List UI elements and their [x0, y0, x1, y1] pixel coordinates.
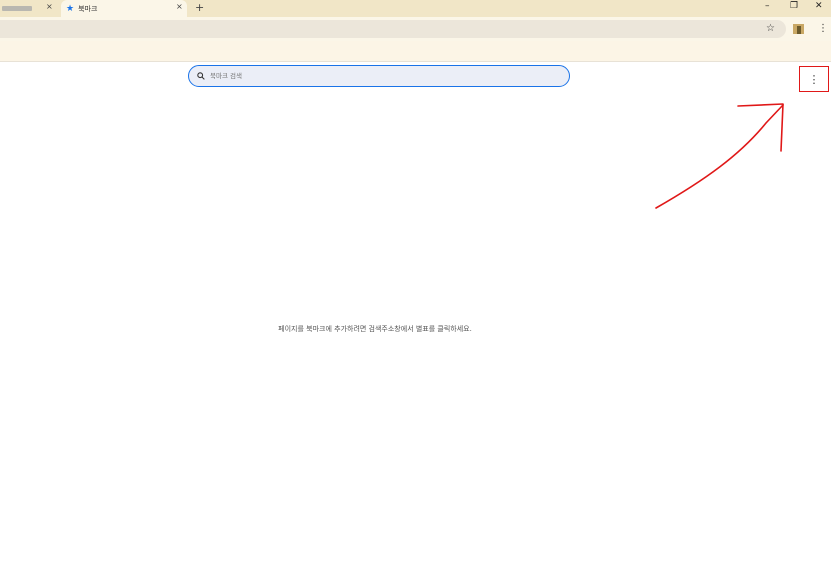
tab-close-icon[interactable]: ×	[46, 2, 53, 11]
restore-button[interactable]: ❐	[790, 1, 798, 11]
more-vert-icon: ⋮	[808, 72, 820, 86]
address-bar[interactable]	[0, 20, 786, 38]
bookmarks-bar	[0, 41, 831, 62]
tab-title: 북마크	[78, 4, 98, 13]
blurred-tab-title	[2, 6, 32, 11]
page-more-menu-button[interactable]: ⋮	[799, 66, 829, 92]
annotation-arrow	[655, 103, 784, 209]
tab-bookmarks[interactable]: ★ 북마크 ×	[61, 0, 187, 17]
tab-inactive[interactable]: ×	[0, 0, 60, 17]
star-icon: ★	[66, 3, 75, 14]
search-input[interactable]	[208, 71, 512, 81]
browser-menu-icon[interactable]: ⋮	[818, 23, 828, 34]
minimize-button[interactable]: –	[765, 1, 770, 11]
extension-icon-detail	[797, 26, 801, 34]
tab-close-icon[interactable]: ×	[176, 2, 183, 11]
new-tab-button[interactable]: +	[195, 1, 204, 14]
bookmark-search-box[interactable]	[188, 65, 570, 87]
bookmark-star-icon[interactable]: ☆	[766, 23, 775, 34]
empty-state-message: 페이지를 북마크에 추가하려면 검색주소창에서 별표를 클릭하세요.	[278, 325, 472, 333]
close-window-button[interactable]: ✕	[815, 1, 823, 11]
search-icon	[197, 72, 205, 80]
